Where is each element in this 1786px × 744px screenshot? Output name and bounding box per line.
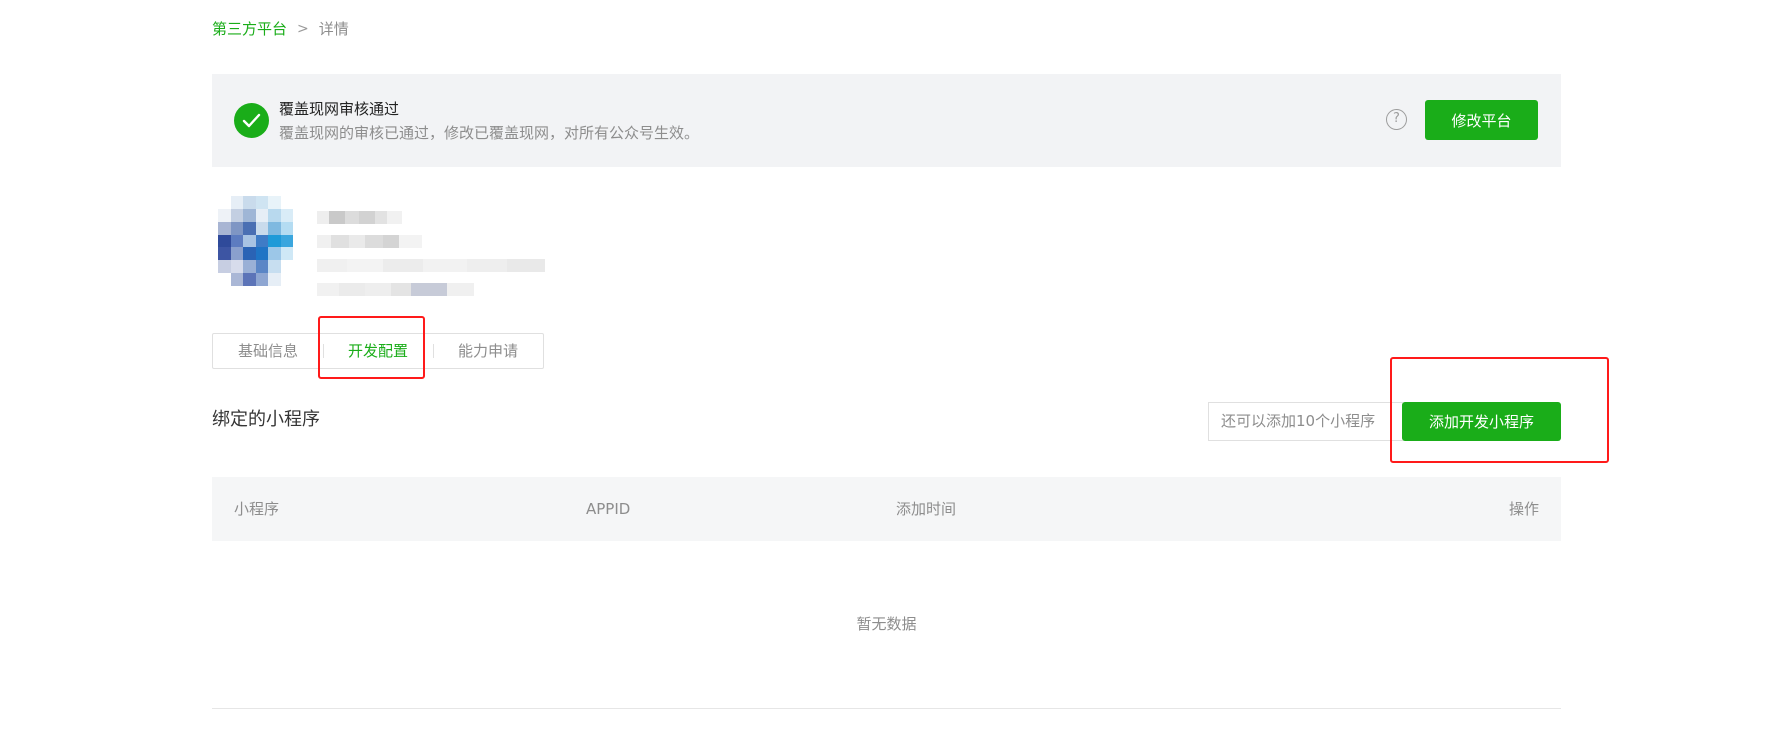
check-circle-icon [234, 103, 269, 138]
column-header-appid: APPID [586, 500, 631, 518]
breadcrumb-current: 详情 [318, 20, 349, 38]
table-bottom-divider [212, 708, 1561, 709]
blurred-account-name [317, 211, 402, 224]
banner-description: 覆盖现网的审核已通过，修改已覆盖现网，对所有公众号生效。 [279, 124, 700, 142]
page: 第三方平台 > 详情 覆盖现网审核通过 覆盖现网的审核已通过，修改已覆盖现网，对… [0, 0, 1786, 744]
tab-bar: 基础信息 开发配置 能力申请 [212, 333, 544, 369]
tab-dev-config[interactable]: 开发配置 [323, 334, 433, 368]
help-icon[interactable]: ? [1386, 109, 1407, 130]
add-miniprogram-button[interactable]: 添加开发小程序 [1402, 402, 1561, 441]
breadcrumb-parent-link[interactable]: 第三方平台 [212, 19, 287, 39]
blurred-account-description [317, 259, 545, 272]
tab-capability-apply[interactable]: 能力申请 [433, 334, 543, 368]
breadcrumb: 第三方平台 > 详情 [212, 19, 349, 39]
column-header-miniprogram: 小程序 [234, 500, 280, 518]
banner-title: 覆盖现网审核通过 [279, 100, 400, 118]
table-header: 小程序 APPID 添加时间 操作 [212, 477, 1561, 541]
empty-state-text: 暂无数据 [856, 615, 917, 633]
column-header-added-time: 添加时间 [896, 500, 957, 518]
column-header-actions: 操作 [1508, 500, 1539, 518]
blurred-account-extra [317, 283, 474, 296]
modify-platform-button[interactable]: 修改平台 [1425, 100, 1538, 140]
blurred-account-id [317, 235, 422, 248]
avatar [218, 196, 306, 286]
status-banner: 覆盖现网审核通过 覆盖现网的审核已通过，修改已覆盖现网，对所有公众号生效。 ? … [212, 74, 1561, 167]
section-title: 绑定的小程序 [212, 409, 320, 430]
quota-text: 还可以添加10个小程序 [1208, 402, 1403, 441]
tab-basic-info[interactable]: 基础信息 [213, 334, 323, 368]
breadcrumb-separator-icon: > [297, 21, 309, 37]
